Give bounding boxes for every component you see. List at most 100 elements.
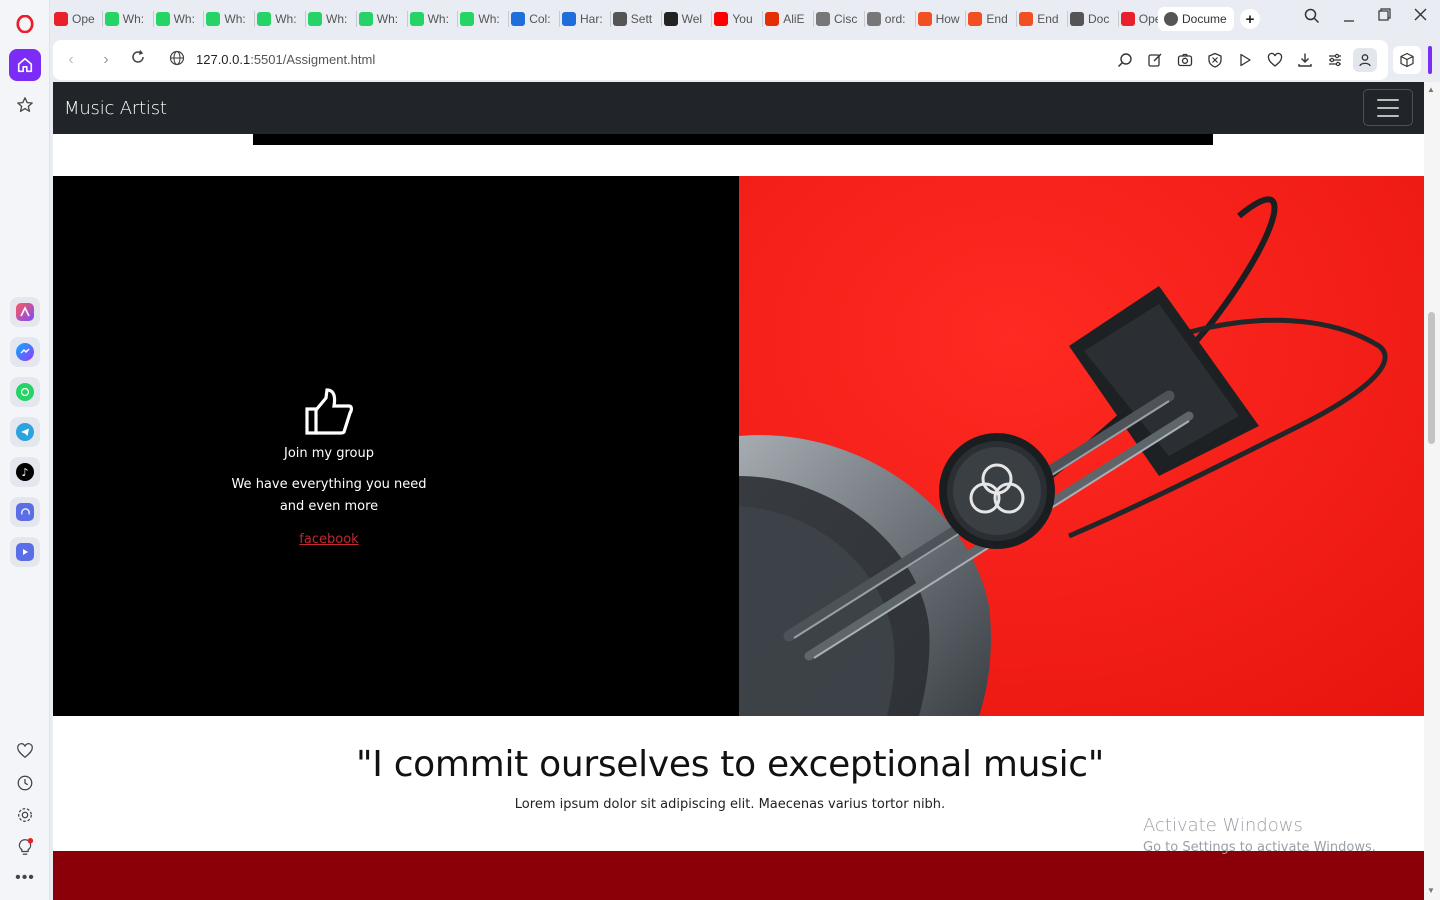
- browser-tab[interactable]: End: [1019, 7, 1068, 31]
- scroll-down-arrow-icon[interactable]: ▼: [1427, 886, 1435, 895]
- codepen-icon: [562, 12, 576, 26]
- tab-separator: [406, 11, 408, 27]
- minimize-button[interactable]: [1338, 8, 1360, 28]
- download-icon[interactable]: [1296, 51, 1314, 69]
- extensions-cube-icon[interactable]: [1393, 46, 1421, 74]
- browser-tab[interactable]: Wh:: [104, 7, 154, 31]
- tab-active[interactable]: Docume: [1158, 7, 1234, 31]
- tab-separator: [101, 11, 103, 27]
- browser-tab[interactable]: AliE: [765, 7, 814, 31]
- url-host: 127.0.0.1: [196, 52, 251, 67]
- browser-tab[interactable]: Wh:: [308, 7, 357, 31]
- tab-strip: Ope Wh: Wh: Wh: Wh: Wh: Wh: Wh: Wh: Col: Har: Sett W…: [50, 0, 1440, 38]
- back-button[interactable]: ‹: [61, 50, 81, 70]
- facebook-link[interactable]: facebook: [299, 532, 358, 547]
- tab-label: Wh:: [173, 12, 195, 26]
- hamburger-line: [1377, 98, 1399, 101]
- browser-tab[interactable]: How: [917, 7, 967, 31]
- tab-label: Doc: [1088, 12, 1110, 26]
- tab-separator: [711, 11, 713, 27]
- forward-button[interactable]: ›: [96, 50, 116, 70]
- watermark-subtitle: Go to Settings to activate Windows.: [1143, 840, 1376, 855]
- lightbulb-icon[interactable]: [9, 831, 41, 863]
- browser-tab[interactable]: You: [714, 7, 764, 31]
- browser-tab[interactable]: Sett: [612, 7, 662, 31]
- content-bar: [253, 134, 1213, 145]
- scroll-up-arrow-icon[interactable]: ▲: [1427, 85, 1435, 94]
- browser-tab[interactable]: Doc: [1070, 7, 1119, 31]
- navbar-brand[interactable]: Music Artist: [64, 98, 167, 119]
- opera-icon: [1120, 12, 1135, 26]
- browser-tab[interactable]: Wh:: [155, 7, 205, 31]
- heart-icon[interactable]: [9, 735, 41, 767]
- site-info-icon[interactable]: [167, 50, 187, 70]
- aria-app-icon[interactable]: [10, 297, 40, 327]
- music-player-icon[interactable]: [10, 497, 40, 527]
- reload-button[interactable]: [128, 50, 148, 70]
- browser-tab[interactable]: Wh:: [257, 7, 306, 31]
- settings-gear-icon[interactable]: [9, 799, 41, 831]
- home-button[interactable]: [9, 49, 41, 81]
- heart-bookmark-icon[interactable]: [1266, 51, 1284, 69]
- tab-label: Wh:: [478, 12, 500, 26]
- close-button[interactable]: [1409, 8, 1431, 25]
- join-group-text-line: We have everything you need: [231, 477, 427, 492]
- restore-button[interactable]: [1373, 8, 1395, 25]
- tab-separator: [558, 11, 560, 27]
- opera-sidebar: ♪ •••: [0, 0, 50, 900]
- ad-block-shield-icon[interactable]: [1206, 51, 1224, 69]
- whatsapp-icon: [206, 12, 221, 26]
- scrollbar-thumb[interactable]: [1428, 312, 1435, 444]
- zoom-search-icon[interactable]: [1116, 51, 1134, 69]
- browser-tab[interactable]: Wh:: [358, 7, 408, 31]
- edit-icon[interactable]: [1146, 51, 1164, 69]
- headphones-image: [739, 176, 1424, 716]
- browser-tab[interactable]: Cisc: [816, 7, 865, 31]
- hamburger-line: [1377, 106, 1399, 109]
- history-clock-icon[interactable]: [9, 767, 41, 799]
- tab-separator: [914, 11, 916, 27]
- page-viewport: Music Artist Join my group We have every…: [53, 82, 1424, 900]
- browser-tab[interactable]: End: [968, 7, 1018, 31]
- url-path: :5501/Assigment.html: [250, 52, 376, 67]
- camera-icon[interactable]: [1176, 51, 1194, 69]
- join-group-text-line: and even more: [279, 499, 379, 514]
- browser-tab[interactable]: Col:: [511, 7, 560, 31]
- play-icon[interactable]: [1236, 51, 1254, 69]
- tiktok-icon[interactable]: ♪: [10, 457, 40, 487]
- site-navbar: Music Artist: [53, 82, 1424, 134]
- sidebar-toggle[interactable]: [1428, 46, 1432, 74]
- search-icon[interactable]: [1301, 8, 1323, 28]
- navbar-toggler-button[interactable]: [1363, 89, 1413, 126]
- player-icon[interactable]: [10, 537, 40, 567]
- telegram-icon[interactable]: [10, 417, 40, 447]
- tab-label: Sett: [630, 12, 653, 26]
- profile-avatar-icon[interactable]: [1353, 48, 1377, 72]
- opera-logo-icon[interactable]: [9, 8, 41, 40]
- tab-label: Wh:: [224, 12, 246, 26]
- browser-tab[interactable]: Ope: [54, 7, 103, 31]
- page-scrollbar[interactable]: ▲ ▼: [1424, 82, 1440, 900]
- whatsapp-icon[interactable]: [10, 377, 40, 407]
- star-icon[interactable]: [9, 89, 41, 121]
- whatsapp-icon: [358, 12, 373, 26]
- join-group-title: Join my group: [283, 446, 375, 461]
- browser-tab[interactable]: Wel: [663, 7, 713, 31]
- url-field[interactable]: 127.0.0.1:5501/Assigment.html: [196, 52, 375, 67]
- document-icon: [816, 12, 830, 26]
- tab-label: How: [935, 12, 960, 26]
- quote-heading: "I commit ourselves to exceptional music…: [355, 744, 1105, 785]
- easy-setup-icon[interactable]: [1326, 51, 1344, 69]
- browser-tab[interactable]: Wh:: [409, 7, 459, 31]
- document-icon: [866, 12, 881, 26]
- footer-band: [53, 851, 1424, 900]
- browser-tab[interactable]: ord:: [866, 7, 916, 31]
- microsoft-icon: [1019, 12, 1034, 26]
- browser-tab[interactable]: Har:: [562, 7, 611, 31]
- whatsapp-icon: [104, 12, 119, 26]
- messenger-icon[interactable]: [10, 337, 40, 367]
- browser-tab[interactable]: Wh:: [206, 7, 256, 31]
- browser-tab[interactable]: Wh:: [460, 7, 510, 31]
- new-tab-button[interactable]: +: [1240, 9, 1260, 29]
- more-options-icon[interactable]: •••: [9, 862, 41, 894]
